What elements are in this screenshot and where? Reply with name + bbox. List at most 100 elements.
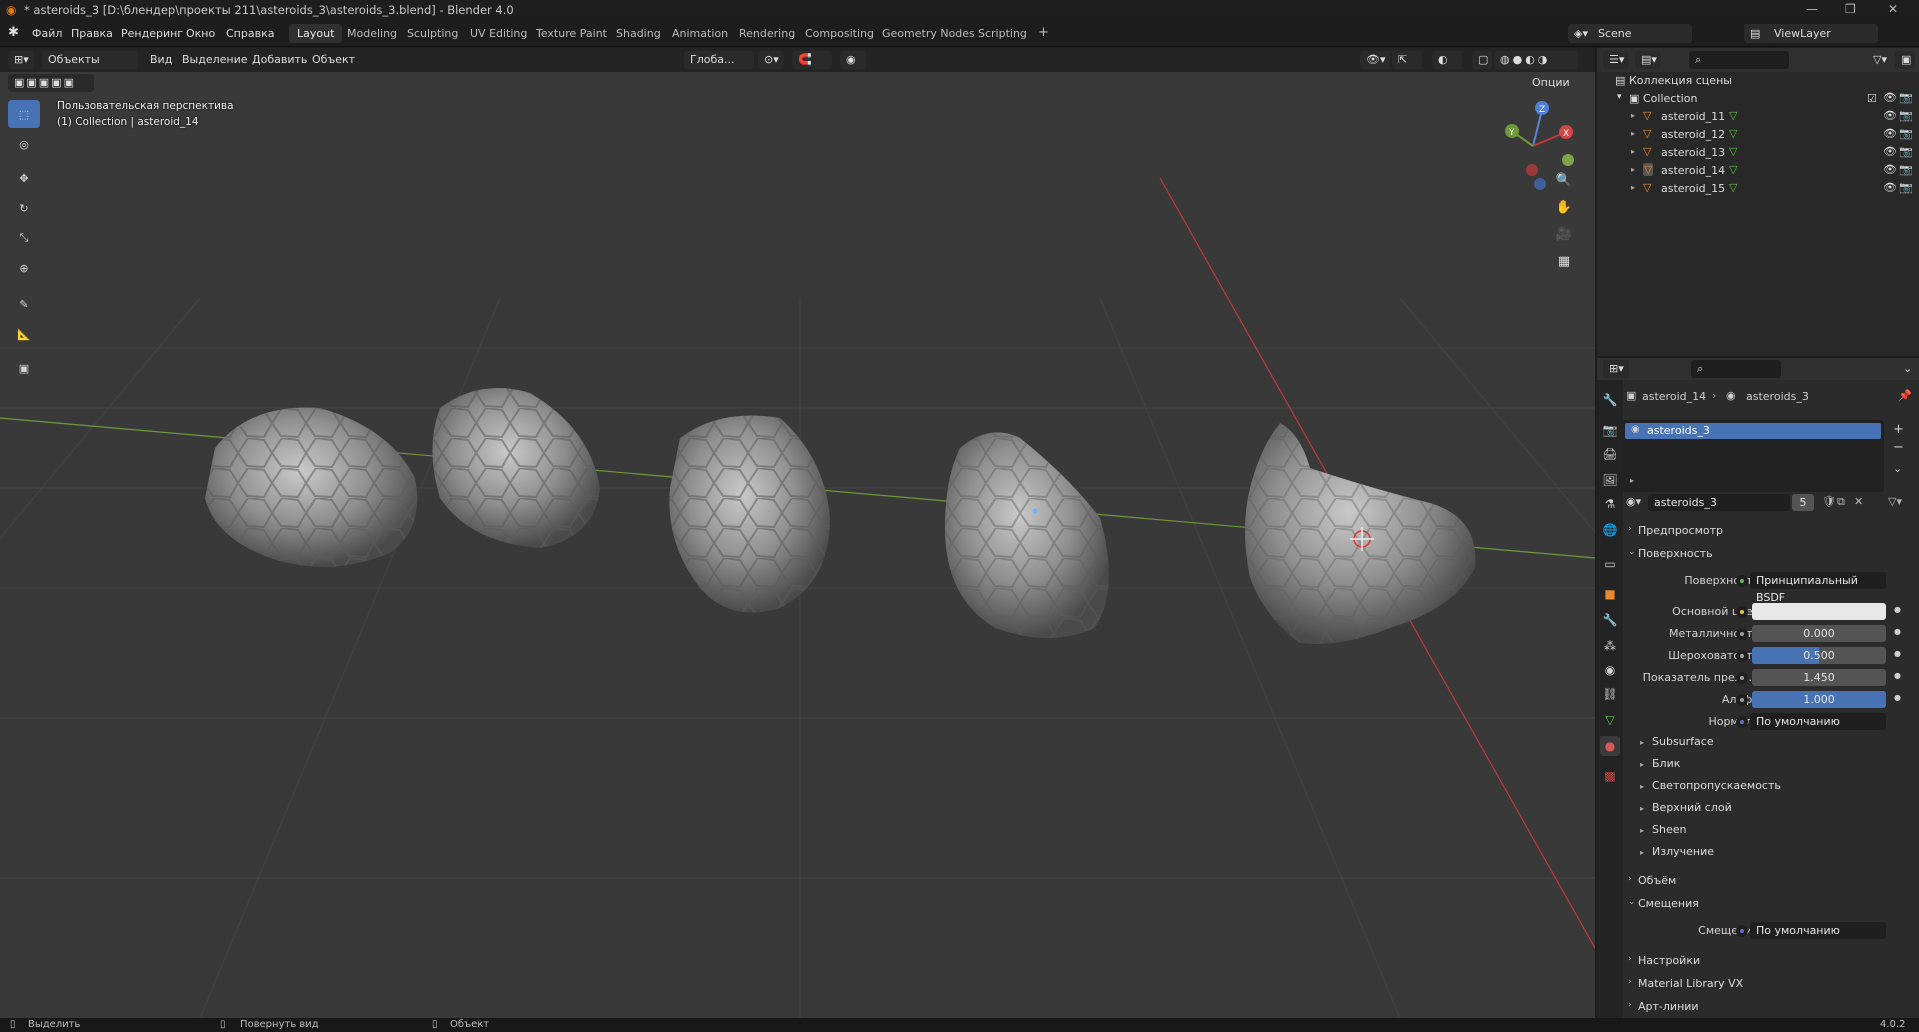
socket-icon[interactable] <box>1736 606 1748 618</box>
surface-shader-field[interactable]: Принципиальный BSDF <box>1750 572 1886 604</box>
expand-arrow-icon[interactable]: ▸ <box>1631 147 1635 156</box>
cursor-tool[interactable]: ◎ <box>8 130 40 158</box>
base-color-swatch[interactable] <box>1752 603 1886 620</box>
properties-search-input[interactable]: ⌕ <box>1691 360 1781 378</box>
scale-tool[interactable]: ⤡ <box>8 224 40 252</box>
properties-editor-icon[interactable]: ⊞▾ <box>1603 360 1629 378</box>
section-displacement[interactable]: ⌄ Смещения <box>1622 893 1919 915</box>
menu-help[interactable]: Справка <box>226 27 274 40</box>
pan-hand-icon[interactable]: ✋ <box>1552 195 1576 219</box>
subpanel-row[interactable]: ▸ Sheen <box>1640 823 1686 836</box>
ior-field[interactable]: 1.450 <box>1752 669 1886 686</box>
pivot-icon[interactable]: ⊙▾ <box>758 51 784 69</box>
tab-sculpting[interactable]: Sculpting <box>399 24 466 43</box>
select-box-tool[interactable]: ⬚ <box>8 100 40 128</box>
socket-icon[interactable] <box>1736 694 1748 706</box>
slot-menu-icon[interactable]: ⌄ <box>1893 462 1902 475</box>
outliner-item[interactable]: ▸ ▽ asteroid_11 ▽ 👁 📷 <box>1597 108 1919 126</box>
expand-arrow-icon[interactable]: ▸ <box>1631 165 1635 174</box>
section-volume[interactable]: › Объём <box>1622 870 1919 892</box>
menu-add[interactable]: Добавить <box>252 53 307 66</box>
duplicate-icon[interactable]: ⧉ <box>1837 495 1845 509</box>
eye-icon[interactable]: 👁 <box>1883 163 1897 176</box>
render-tab-icon[interactable]: 📷 <box>1600 420 1620 440</box>
outliner-item[interactable]: ▸ ▽ asteroid_13 ▽ 👁 📷 <box>1597 144 1919 162</box>
displacement-field[interactable]: По умолчанию <box>1750 922 1886 939</box>
proportional-icon[interactable]: ◉ <box>840 51 866 69</box>
keyframe-dot-icon[interactable]: ● <box>1894 671 1901 680</box>
overlay-toggle-icon[interactable]: ◐ <box>1432 51 1462 69</box>
menu-file[interactable]: Файл <box>32 27 62 40</box>
material-name-field[interactable]: asteroids_3 <box>1648 494 1790 511</box>
outliner-item[interactable]: ▸ ▽ asteroid_14 ▽ 👁 📷 <box>1597 162 1919 180</box>
expand-arrow-icon[interactable]: ▸ <box>1630 476 1634 485</box>
subpanel-row[interactable]: ▸ Светопропускаемость <box>1640 779 1781 792</box>
roughness-field[interactable]: 0.500 <box>1752 647 1886 664</box>
view-layer-tab-icon[interactable]: 🖼 <box>1600 470 1620 490</box>
expand-arrow-icon[interactable]: ▸ <box>1631 111 1635 120</box>
fake-user-icon[interactable]: 🛡 <box>1822 495 1836 508</box>
texture-tab-icon[interactable]: ▩ <box>1600 766 1620 786</box>
chevron-down-icon[interactable]: ⌄ <box>1897 360 1915 378</box>
socket-icon[interactable] <box>1736 716 1748 728</box>
keyframe-dot-icon[interactable]: ● <box>1894 627 1901 636</box>
outliner-item[interactable]: ▸ ▽ asteroid_15 ▽ 👁 📷 <box>1597 180 1919 198</box>
tab-texture-paint[interactable]: Texture Paint <box>528 24 615 43</box>
new-collection-icon[interactable]: ▣ <box>1895 51 1915 69</box>
viewlayer-field[interactable]: ViewLayer <box>1768 24 1878 43</box>
rotate-tool[interactable]: ↻ <box>8 194 40 222</box>
pin-icon[interactable]: 📌 <box>1898 389 1912 402</box>
camera-icon[interactable]: 📷 <box>1899 145 1913 158</box>
options-dropdown[interactable]: Опции <box>1526 74 1578 92</box>
material-slot-active[interactable]: ◉ asteroids_3 <box>1625 423 1881 439</box>
tab-shading[interactable]: Shading <box>608 24 669 43</box>
orientation-dropdown[interactable]: Глоба... <box>684 51 754 69</box>
camera-icon[interactable]: 📷 <box>1899 181 1913 194</box>
outliner-item[interactable]: ▸ ▽ asteroid_12 ▽ 👁 📷 <box>1597 126 1919 144</box>
filter-icon[interactable]: ▽▾ <box>1867 51 1893 69</box>
exclude-checkbox-icon[interactable]: ☑ <box>1867 92 1877 105</box>
modifier-tab-icon[interactable]: 🔧 <box>1600 610 1620 630</box>
section-settings[interactable]: › Настройки <box>1622 950 1919 972</box>
editor-type-icon[interactable]: ⊞▾ <box>8 51 34 69</box>
section-surface[interactable]: ⌄ Поверхность <box>1622 543 1919 565</box>
menu-object[interactable]: Объект <box>312 53 355 66</box>
material-slot-list[interactable]: ◉ asteroids_3 ▸ <box>1622 420 1884 492</box>
keyframe-dot-icon[interactable]: ● <box>1894 693 1901 702</box>
outliner-search-input[interactable]: ⌕ <box>1689 51 1789 69</box>
xray-icon[interactable]: ▢ <box>1472 51 1492 69</box>
expand-arrow-icon[interactable]: ▸ <box>1631 183 1635 192</box>
socket-icon[interactable] <box>1736 925 1748 937</box>
outliner-scene-collection[interactable]: ▤ Коллекция сцены <box>1597 72 1919 90</box>
3d-viewport[interactable]: Z X Y Пользовательская перспектива (1) C… <box>0 48 1595 1018</box>
subpanel-row[interactable]: ▸ Верхний слой <box>1640 801 1732 814</box>
section-material-library[interactable]: › Material Library VX <box>1622 973 1919 995</box>
transform-tool[interactable]: ⊕ <box>8 254 40 282</box>
ortho-grid-icon[interactable]: ▦ <box>1552 249 1576 273</box>
expand-arrow-icon[interactable]: ▸ <box>1631 129 1635 138</box>
eye-icon[interactable]: 👁 <box>1883 109 1897 122</box>
menu-edit[interactable]: Правка <box>71 27 113 40</box>
eye-icon[interactable]: 👁 <box>1883 181 1897 194</box>
eye-icon[interactable]: 👁 <box>1883 127 1897 140</box>
subpanel-row[interactable]: ▸ Излучение <box>1640 845 1714 858</box>
remove-slot-icon[interactable]: − <box>1893 440 1904 455</box>
gizmo-toggle-icon[interactable]: ⇱ <box>1392 51 1422 69</box>
camera-view-icon[interactable]: 🎥 <box>1552 222 1576 246</box>
collapse-arrow-icon[interactable]: ▾ <box>1617 92 1622 102</box>
tab-rendering[interactable]: Rendering <box>731 24 803 43</box>
snap-icon[interactable]: 🧲 <box>792 51 832 69</box>
browse-filter-icon[interactable]: ▽▾ <box>1888 495 1902 508</box>
world-tab-icon[interactable]: 🌐 <box>1600 520 1620 540</box>
tab-animation[interactable]: Animation <box>664 24 736 43</box>
subpanel-row[interactable]: ▸ Subsurface <box>1640 735 1714 748</box>
tab-compositing[interactable]: Compositing <box>797 24 882 43</box>
tab-geometry-nodes[interactable]: Geometry Nodes <box>874 24 983 43</box>
user-count[interactable]: 5 <box>1792 494 1814 511</box>
tab-scripting[interactable]: Scripting <box>970 24 1035 43</box>
eye-icon[interactable]: 👁 <box>1883 91 1897 104</box>
unlink-icon[interactable]: ✕ <box>1854 495 1863 508</box>
add-cube-tool[interactable]: ▣ <box>8 354 40 382</box>
object-tab-icon[interactable]: ■ <box>1600 584 1620 604</box>
blender-menu-icon[interactable]: ✱ <box>8 25 19 40</box>
